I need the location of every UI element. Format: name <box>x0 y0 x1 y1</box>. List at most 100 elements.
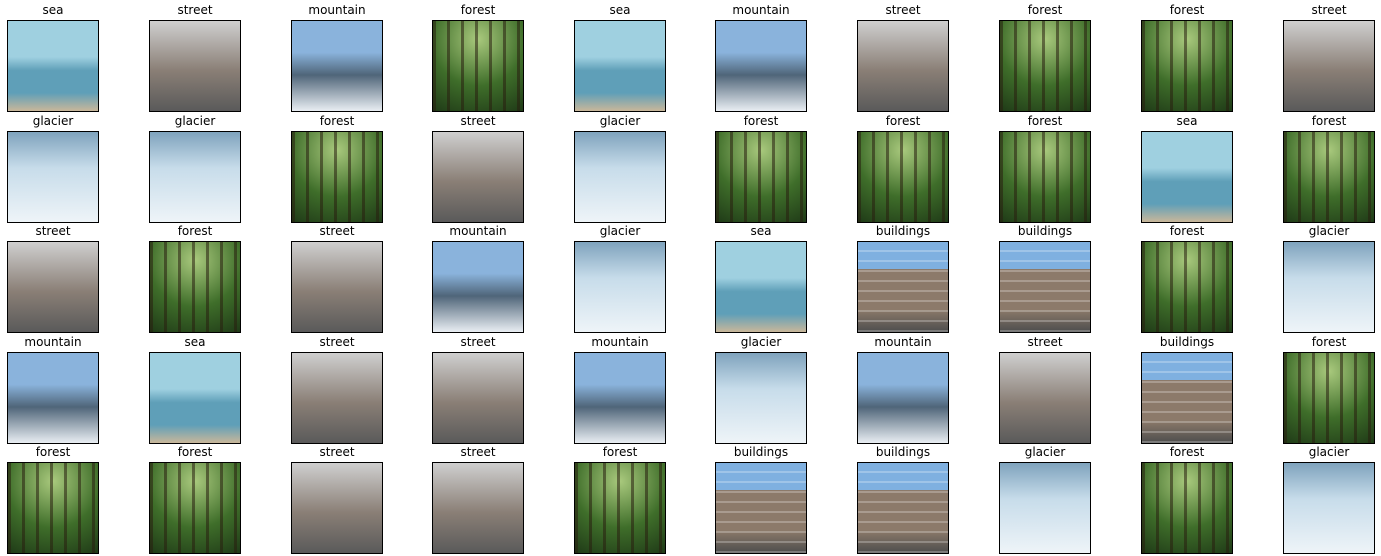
image-cell: mountain <box>291 3 383 112</box>
image-cell: forest <box>1141 445 1233 554</box>
image-cell: glacier <box>715 335 807 444</box>
sea-photo-icon <box>7 20 99 112</box>
buildings-photo-icon <box>1141 352 1233 444</box>
forest-photo-icon <box>1283 352 1375 444</box>
image-title: glacier <box>1308 224 1350 238</box>
mountain-photo-icon <box>432 241 524 333</box>
street-photo-icon <box>432 352 524 444</box>
image-title: street <box>319 224 355 238</box>
image-title: street <box>1027 335 1063 349</box>
image-title: forest <box>177 224 213 238</box>
image-title: forest <box>1311 114 1347 128</box>
image-title: forest <box>460 3 496 17</box>
image-title: sea <box>750 224 772 238</box>
image-title: mountain <box>874 335 932 349</box>
image-title: forest <box>35 445 71 459</box>
glacier-photo-icon <box>999 462 1091 554</box>
image-title: forest <box>743 114 779 128</box>
image-title: mountain <box>308 3 366 17</box>
image-title: street <box>460 445 496 459</box>
mountain-photo-icon <box>574 352 666 444</box>
image-title: mountain <box>24 335 82 349</box>
image-title: forest <box>1169 445 1205 459</box>
street-photo-icon <box>1283 20 1375 112</box>
image-cell: forest <box>1141 3 1233 112</box>
image-title: sea <box>42 3 64 17</box>
forest-photo-icon <box>291 131 383 223</box>
image-title: street <box>885 3 921 17</box>
image-grid: sea street mountain forest sea mountain street… <box>0 0 1381 556</box>
image-title: street <box>460 114 496 128</box>
image-title: forest <box>177 445 213 459</box>
image-title: glacier <box>32 114 74 128</box>
image-cell: forest <box>1283 335 1375 444</box>
street-photo-icon <box>291 241 383 333</box>
buildings-photo-icon <box>857 241 949 333</box>
image-cell: street <box>432 114 524 223</box>
image-cell: street <box>1283 3 1375 112</box>
image-title: street <box>460 335 496 349</box>
image-cell: glacier <box>574 114 666 223</box>
image-title: sea <box>184 335 206 349</box>
forest-photo-icon <box>149 241 241 333</box>
image-title: forest <box>1027 3 1063 17</box>
image-title: buildings <box>875 445 931 459</box>
image-title: glacier <box>1024 445 1066 459</box>
image-cell: forest <box>574 445 666 554</box>
image-cell: forest <box>149 224 241 333</box>
image-cell: street <box>999 335 1091 444</box>
buildings-photo-icon <box>999 241 1091 333</box>
image-cell: forest <box>857 114 949 223</box>
image-cell: sea <box>1141 114 1233 223</box>
image-cell: buildings <box>857 445 949 554</box>
image-title: mountain <box>732 3 790 17</box>
sea-photo-icon <box>149 352 241 444</box>
sea-photo-icon <box>1141 131 1233 223</box>
street-photo-icon <box>857 20 949 112</box>
image-cell: street <box>149 3 241 112</box>
street-photo-icon <box>149 20 241 112</box>
image-cell: buildings <box>715 445 807 554</box>
forest-photo-icon <box>999 131 1091 223</box>
image-cell: mountain <box>7 335 99 444</box>
street-photo-icon <box>291 352 383 444</box>
image-title: forest <box>1169 224 1205 238</box>
image-cell: forest <box>999 3 1091 112</box>
image-title: forest <box>885 114 921 128</box>
image-cell: mountain <box>715 3 807 112</box>
forest-photo-icon <box>1283 131 1375 223</box>
forest-photo-icon <box>149 462 241 554</box>
image-title: glacier <box>740 335 782 349</box>
image-title: buildings <box>733 445 789 459</box>
image-cell: buildings <box>999 224 1091 333</box>
forest-photo-icon <box>1141 20 1233 112</box>
image-cell: mountain <box>857 335 949 444</box>
image-title: glacier <box>1308 445 1350 459</box>
image-cell: sea <box>574 3 666 112</box>
forest-photo-icon <box>1141 462 1233 554</box>
image-cell: mountain <box>574 335 666 444</box>
image-cell: street <box>291 224 383 333</box>
image-cell: forest <box>7 445 99 554</box>
image-cell: glacier <box>149 114 241 223</box>
glacier-photo-icon <box>1283 462 1375 554</box>
image-title: mountain <box>449 224 507 238</box>
image-cell: street <box>432 335 524 444</box>
mountain-photo-icon <box>291 20 383 112</box>
image-cell: buildings <box>1141 335 1233 444</box>
street-photo-icon <box>7 241 99 333</box>
image-cell: sea <box>7 3 99 112</box>
image-title: street <box>319 335 355 349</box>
image-title: glacier <box>599 224 641 238</box>
image-cell: forest <box>1141 224 1233 333</box>
image-cell: glacier <box>574 224 666 333</box>
buildings-photo-icon <box>715 462 807 554</box>
image-title: street <box>35 224 71 238</box>
image-cell: street <box>857 3 949 112</box>
sea-photo-icon <box>715 241 807 333</box>
street-photo-icon <box>432 462 524 554</box>
image-cell: glacier <box>7 114 99 223</box>
glacier-photo-icon <box>1283 241 1375 333</box>
street-photo-icon <box>999 352 1091 444</box>
image-cell: forest <box>715 114 807 223</box>
